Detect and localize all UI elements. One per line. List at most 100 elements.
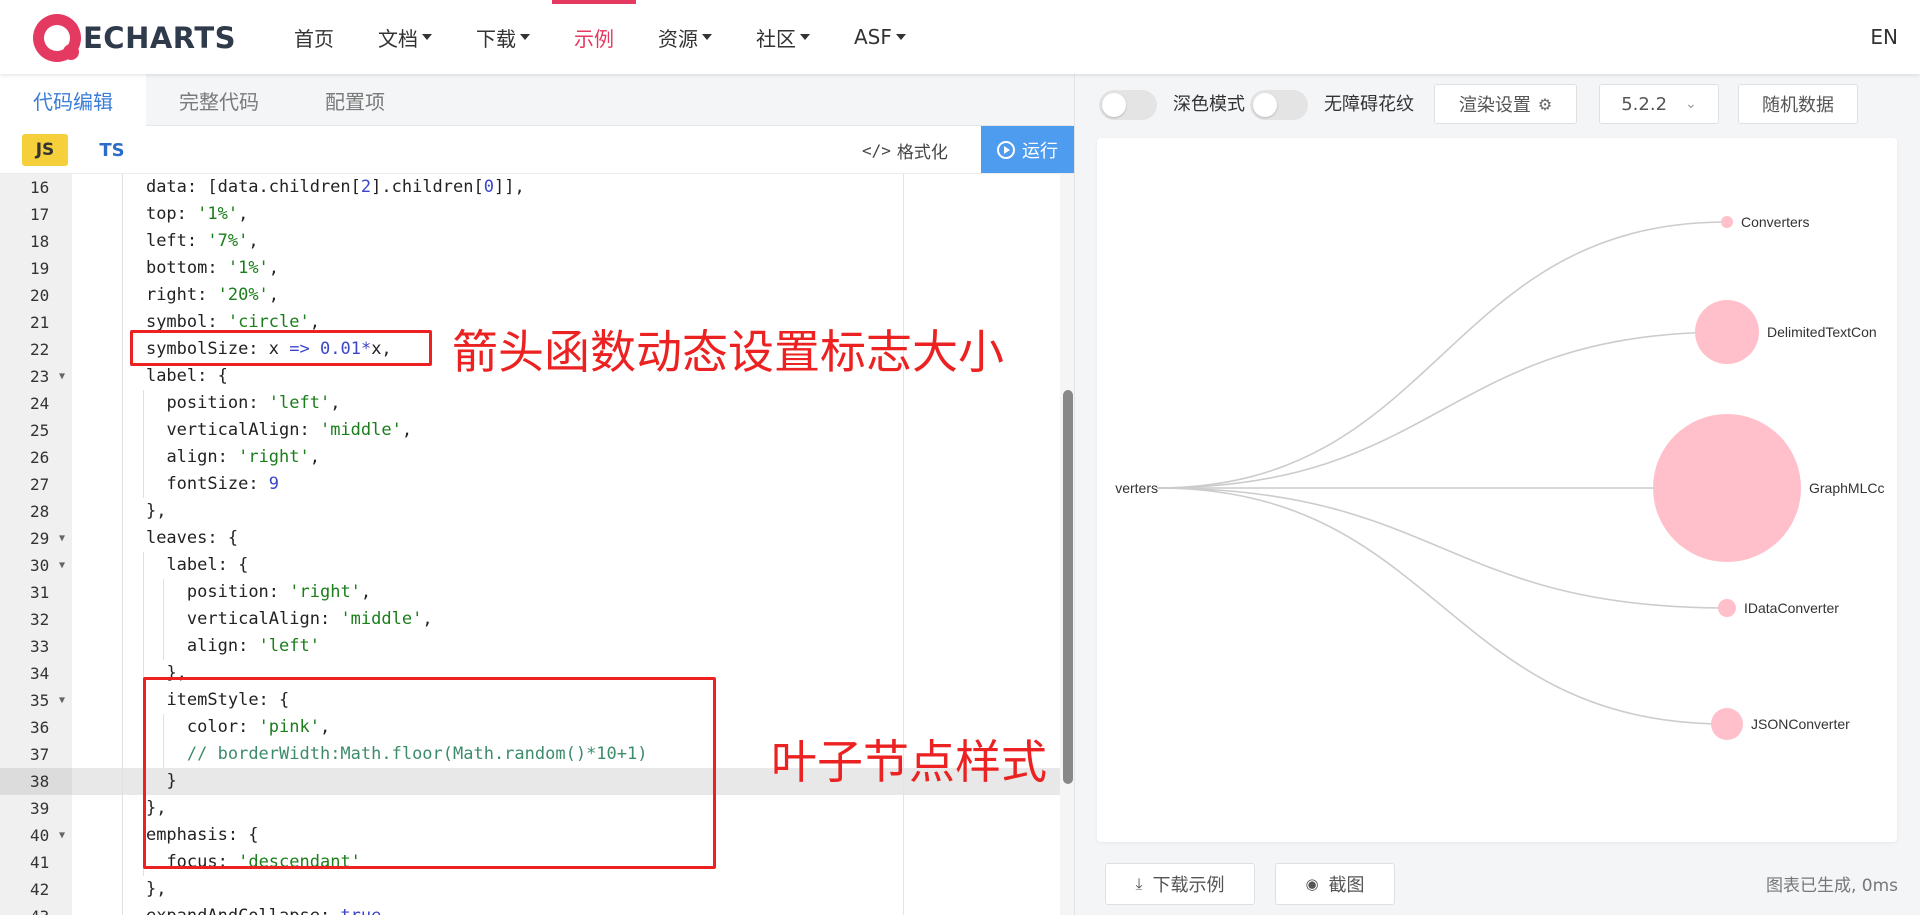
version-select[interactable]: 5.2.2 ⌄ [1599, 84, 1719, 124]
lang-ts-button[interactable]: TS [92, 134, 132, 166]
caret-down-icon [800, 34, 810, 40]
gear-icon: ⚙ [1537, 94, 1553, 114]
run-button[interactable]: 运行 [981, 126, 1074, 173]
tree-leaf-label: GraphMLCc [1809, 480, 1884, 496]
fold-arrow-icon[interactable]: ▼ [59, 363, 65, 390]
tree-leaf-node[interactable] [1718, 599, 1736, 617]
tab-full-code[interactable]: 完整代码 [146, 74, 292, 126]
code-line[interactable]: 25 verticalAlign: 'middle', [0, 417, 1074, 444]
code-text: label: { [166, 555, 249, 575]
line-number: 19 [0, 255, 72, 282]
annotation-arrow-function: 箭头函数动态设置标志大小 [452, 325, 1004, 379]
indent-guide [122, 282, 124, 309]
code-line[interactable]: 43 expandAndCollapse: true, [0, 903, 1074, 915]
echarts-logo[interactable]: ECHARTS [33, 12, 236, 64]
code-line[interactable]: 17 top: '1%', [0, 201, 1074, 228]
code-text: top: '1%', [145, 204, 249, 224]
indent-guide [163, 579, 165, 606]
preview-panel: 深色模式 无障碍花纹 渲染设置 ⚙ 5.2.2 ⌄ 随机数据 verters Co… [1074, 74, 1920, 915]
tree-leaf-node[interactable] [1653, 414, 1801, 562]
code-text: expandAndCollapse: true, [146, 903, 392, 915]
line-number: 43 [0, 903, 72, 915]
code-line[interactable]: 29 ▼ leaves: { [0, 525, 1074, 552]
line-number: 20 [0, 282, 72, 309]
indent-guide [122, 201, 124, 228]
editor-panel: 代码编辑 完整代码 配置项 JS TS </> 格式化 运行 16 data: [… [0, 74, 1074, 915]
nav-item-resources[interactable]: 资源 [636, 0, 734, 74]
download-icon: ⤓ [1135, 874, 1143, 893]
code-line[interactable]: 32 verticalAlign: 'middle', [0, 606, 1074, 633]
indent-guide [142, 552, 144, 579]
screenshot-button[interactable]: ◉ 截图 [1275, 863, 1395, 905]
code-line[interactable]: 30 ▼ label: { [0, 552, 1074, 579]
nav-item-docs[interactable]: 文档 [356, 0, 454, 74]
code-line[interactable]: 28}, [0, 498, 1074, 525]
line-number: 21 [0, 309, 72, 336]
indent-guide [122, 633, 124, 660]
tree-leaf-node[interactable] [1721, 216, 1733, 228]
tab-config[interactable]: 配置项 [292, 74, 418, 126]
lang-js-button[interactable]: JS [22, 134, 68, 166]
tree-leaf-node[interactable] [1695, 300, 1759, 364]
code-line[interactable]: 31 position: 'right', [0, 579, 1074, 606]
code-text: }, [145, 501, 167, 521]
code-text: }, [145, 879, 167, 899]
camera-icon: ◉ [1305, 875, 1319, 893]
nav-item-asf[interactable]: ASF [832, 0, 928, 74]
nav-item-community[interactable]: 社区 [734, 0, 832, 74]
chart-container[interactable]: verters Converters DelimitedTextCon GraphML… [1097, 138, 1897, 842]
indent-guide [142, 606, 144, 633]
indent-guide [142, 417, 144, 444]
indent-guide [122, 363, 124, 390]
code-text: align: 'left' [186, 636, 320, 656]
annotation-box-itemstyle [143, 677, 716, 869]
tab-code-edit[interactable]: 代码编辑 [0, 74, 146, 126]
indent-guide [122, 660, 124, 687]
code-line[interactable]: 42}, [0, 876, 1074, 903]
indent-guide [122, 795, 124, 822]
code-line[interactable]: 26 align: 'right', [0, 444, 1074, 471]
tree-chart: verters Converters DelimitedTextCon GraphML… [1115, 214, 1884, 740]
indent-guide [142, 633, 144, 660]
indent-guide [122, 579, 124, 606]
format-button[interactable]: </> 格式化 [862, 134, 948, 166]
random-data-button[interactable]: 随机数据 [1738, 84, 1858, 124]
aria-toggle[interactable] [1250, 90, 1308, 120]
line-number: 28 [0, 498, 72, 525]
dark-mode-toggle[interactable] [1099, 90, 1157, 120]
code-text: leaves: { [145, 528, 239, 548]
fold-arrow-icon[interactable]: ▼ [59, 525, 65, 552]
nav-item-home[interactable]: 首页 [272, 0, 356, 74]
code-line[interactable]: 33 align: 'left' [0, 633, 1074, 660]
fold-arrow-icon[interactable]: ▼ [59, 687, 65, 714]
code-line[interactable]: 19 bottom: '1%', [0, 255, 1074, 282]
code-line[interactable]: 18 left: '7%', [0, 228, 1074, 255]
nav-item-download[interactable]: 下载 [454, 0, 552, 74]
caret-down-icon [702, 34, 712, 40]
language-switch[interactable]: EN [1870, 0, 1898, 74]
tree-leaf-node[interactable] [1711, 708, 1743, 740]
indent-guide [142, 444, 144, 471]
nav-item-examples[interactable]: 示例 [552, 0, 636, 74]
dark-mode-label: 深色模式 [1173, 94, 1245, 115]
indent-guide [122, 390, 124, 417]
scrollbar-thumb[interactable] [1063, 390, 1073, 784]
tree-leaf-label: Converters [1741, 214, 1809, 230]
line-number: 39 [0, 795, 72, 822]
indent-guide [122, 336, 124, 363]
code-line[interactable]: 24 position: 'left', [0, 390, 1074, 417]
code-line[interactable]: 20 right: '20%', [0, 282, 1074, 309]
caret-down-icon [520, 34, 530, 40]
render-settings-button[interactable]: 渲染设置 ⚙ [1434, 84, 1577, 124]
indent-guide [122, 606, 124, 633]
indent-guide [142, 471, 144, 498]
indent-guide [122, 903, 124, 915]
fold-arrow-icon[interactable]: ▼ [59, 552, 65, 579]
indent-guide [142, 579, 144, 606]
code-line[interactable]: 16 data: [data.children[2].children[0]], [0, 174, 1074, 201]
code-line[interactable]: 27 fontSize: 9 [0, 471, 1074, 498]
download-example-button[interactable]: ⤓ 下载示例 [1105, 863, 1255, 905]
chevron-down-icon: ⌄ [1685, 96, 1697, 112]
fold-arrow-icon[interactable]: ▼ [59, 822, 65, 849]
tree-links [1156, 221, 1728, 725]
